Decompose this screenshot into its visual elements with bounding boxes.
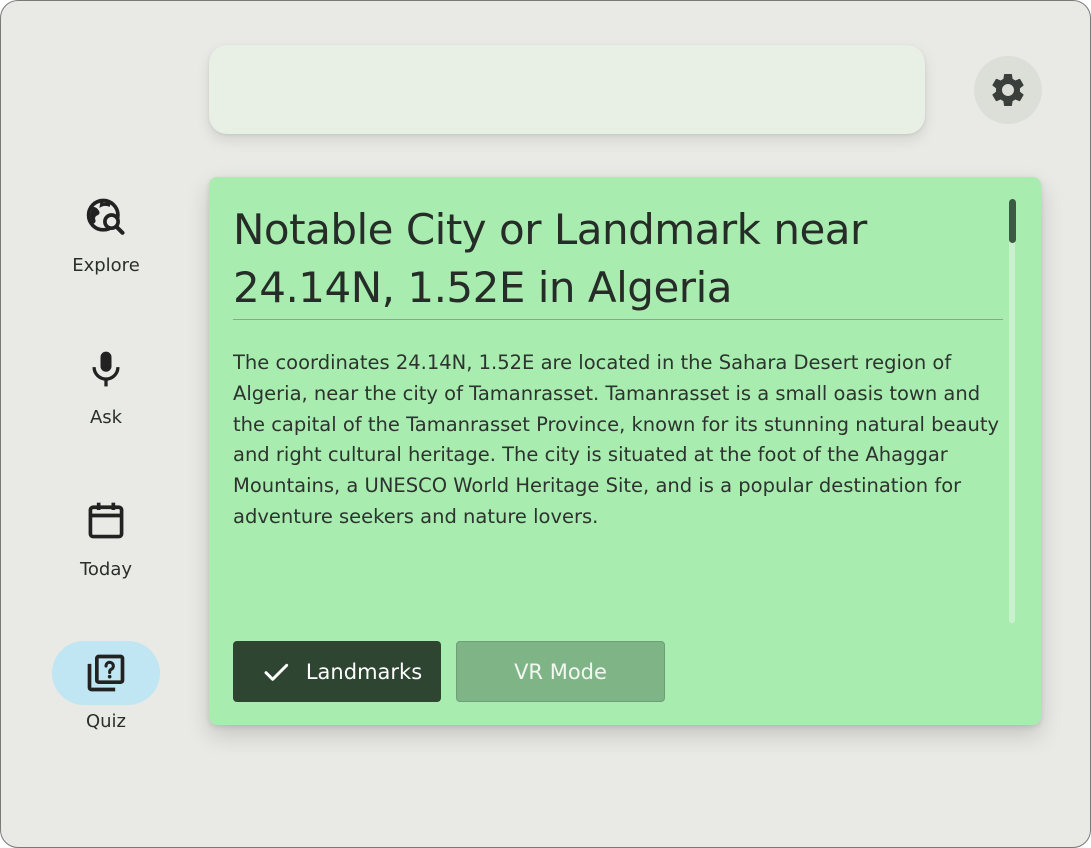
nav-label: Ask	[89, 407, 123, 428]
nav-label: Today	[79, 559, 133, 580]
nav-item-explore[interactable]: Explore	[51, 185, 161, 276]
nav-item-today[interactable]: Today	[51, 489, 161, 580]
vr-mode-chip[interactable]: VR Mode	[456, 641, 665, 702]
app-window: Explore Ask Today Quiz Notable City or L…	[0, 0, 1091, 848]
nav-icon-container	[52, 489, 160, 553]
quiz-icon	[87, 654, 125, 692]
nav-icon-container	[52, 337, 160, 401]
calendar-icon	[88, 502, 124, 539]
landmarks-chip-label: Landmarks	[305, 659, 423, 684]
card-title: Notable City or Landmark near 24.14N, 1.…	[233, 205, 867, 312]
search-bar[interactable]	[209, 45, 925, 134]
scrollbar-thumb[interactable]	[1009, 199, 1016, 243]
gear-icon	[992, 73, 1024, 106]
nav-label: Explore	[72, 255, 140, 276]
nav-label: Quiz	[85, 711, 127, 732]
landmarks-chip[interactable]: Landmarks	[233, 641, 441, 702]
card-description: The coordinates 24.14N, 1.52E are locate…	[233, 351, 1000, 528]
nav-item-quiz[interactable]: Quiz	[51, 641, 161, 732]
nav-icon-container	[52, 641, 160, 705]
microphone-icon	[92, 351, 120, 387]
landmark-card: Notable City or Landmark near 24.14N, 1.…	[209, 177, 1041, 725]
vr-mode-chip-label: VR Mode	[514, 659, 607, 684]
title-divider	[233, 319, 1003, 320]
scrollbar-track[interactable]	[1009, 199, 1015, 623]
check-icon	[264, 663, 288, 681]
globe-search-icon	[86, 198, 125, 235]
nav-icon-container	[52, 185, 160, 249]
nav-item-ask[interactable]: Ask	[51, 337, 161, 428]
settings-button[interactable]	[974, 56, 1042, 124]
